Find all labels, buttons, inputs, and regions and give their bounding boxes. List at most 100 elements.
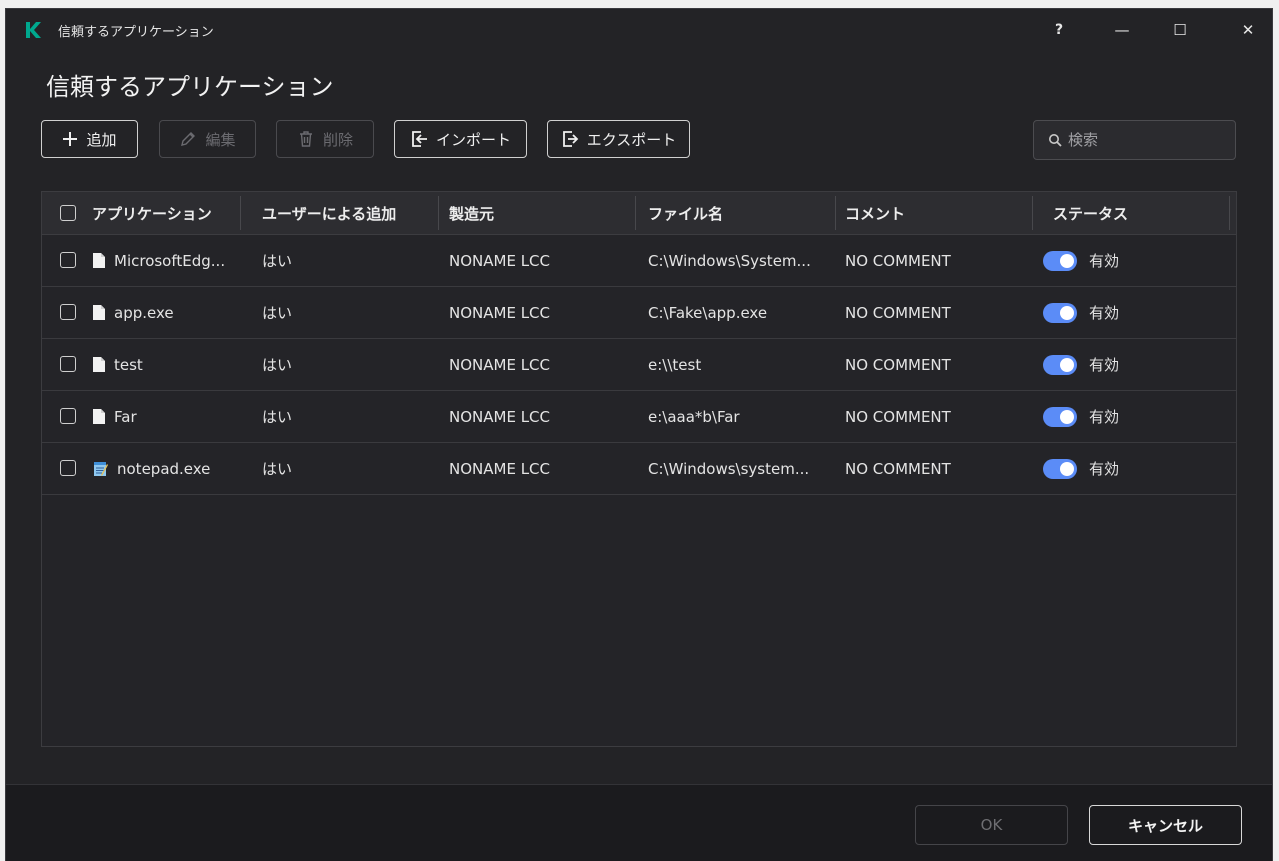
application-cell: MicrosoftEdg... (92, 235, 225, 286)
cancel-button[interactable]: キャンセル (1089, 805, 1242, 845)
file-name-cell: e:\aaa*b\Far (648, 407, 740, 426)
status-cell: 有効 (1043, 391, 1119, 442)
file-name-cell: C:\Fake\app.exe (648, 303, 768, 322)
pencil-icon (181, 132, 196, 146)
file-name-cell: C:\Windows\system... (648, 459, 810, 478)
column-header-comment[interactable]: コメント (845, 192, 905, 234)
application-name: Far (114, 407, 137, 426)
file-icon (93, 305, 105, 320)
plus-icon (63, 132, 78, 146)
file-name-cell: e:\\test (648, 355, 702, 374)
delete-button[interactable]: 削除 (276, 120, 374, 158)
vendor-cell: NONAME LCC (449, 251, 551, 270)
table-row[interactable]: app.exe はい NONAME LCC C:\Fake\app.exe NO… (42, 287, 1236, 339)
close-button[interactable]: ✕ (1228, 15, 1268, 45)
import-button-label: インポート (435, 130, 511, 149)
application-cell: test (92, 339, 143, 390)
row-checkbox[interactable] (60, 408, 76, 424)
dialog-footer: OK キャンセル (6, 784, 1272, 861)
user-added-cell: はい (262, 460, 293, 478)
comment-cell: NO COMMENT (845, 407, 951, 426)
status-label: 有効 (1089, 460, 1120, 478)
status-toggle[interactable] (1043, 250, 1077, 271)
window-title: 信頼するアプリケーション (58, 25, 214, 40)
status-toggle[interactable] (1043, 458, 1077, 479)
applications-table: アプリケーション ユーザーによる追加 製造元 ファイル名 コメント ステータス … (41, 191, 1237, 747)
maximize-button[interactable]: ☐ (1160, 15, 1200, 45)
edit-button[interactable]: 編集 (159, 120, 256, 158)
vendor-cell: NONAME LCC (449, 355, 551, 374)
column-divider[interactable] (1229, 196, 1230, 230)
application-name: app.exe (114, 303, 174, 322)
application-cell: notepad.exe (92, 443, 210, 494)
row-checkbox[interactable] (60, 252, 76, 268)
column-divider[interactable] (635, 196, 636, 230)
status-label: 有効 (1089, 356, 1120, 374)
user-added-cell: はい (262, 304, 293, 322)
application-cell: app.exe (92, 287, 174, 338)
column-header-user-added[interactable]: ユーザーによる追加 (262, 192, 396, 234)
column-divider[interactable] (240, 196, 241, 230)
table-row[interactable]: Far はい NONAME LCC e:\aaa*b\Far NO COMMEN… (42, 391, 1236, 443)
minimize-button[interactable]: — (1102, 15, 1142, 45)
add-button-label: 追加 (86, 130, 117, 149)
table-header: アプリケーション ユーザーによる追加 製造元 ファイル名 コメント ステータス (42, 192, 1236, 235)
search-icon (1049, 134, 1062, 147)
vendor-cell: NONAME LCC (449, 459, 551, 478)
search-input[interactable] (1068, 131, 1228, 149)
status-toggle[interactable] (1043, 302, 1077, 323)
application-name: test (114, 355, 143, 374)
add-button[interactable]: 追加 (41, 120, 138, 158)
status-cell: 有効 (1043, 443, 1119, 494)
column-header-application[interactable]: アプリケーション (92, 192, 212, 234)
export-button[interactable]: エクスポート (547, 120, 690, 158)
ok-button[interactable]: OK (915, 805, 1068, 845)
table-row[interactable]: MicrosoftEdg... はい NONAME LCC C:\Windows… (42, 235, 1236, 287)
vendor-cell: NONAME LCC (449, 407, 551, 426)
file-icon (93, 409, 105, 424)
status-toggle[interactable] (1043, 406, 1077, 427)
comment-cell: NO COMMENT (845, 459, 951, 478)
comment-cell: NO COMMENT (845, 355, 951, 374)
status-toggle[interactable] (1043, 354, 1077, 375)
row-checkbox[interactable] (60, 460, 76, 476)
application-cell: Far (92, 391, 137, 442)
application-name: MicrosoftEdg... (114, 251, 226, 270)
row-checkbox[interactable] (60, 304, 76, 320)
column-divider[interactable] (835, 196, 836, 230)
import-button[interactable]: インポート (394, 120, 527, 158)
column-divider[interactable] (1032, 196, 1033, 230)
comment-cell: NO COMMENT (845, 303, 951, 322)
edit-button-label: 編集 (205, 130, 236, 149)
export-icon (562, 131, 578, 147)
export-button-label: エクスポート (586, 130, 677, 149)
user-added-cell: はい (262, 408, 293, 426)
file-icon (93, 253, 105, 268)
column-divider[interactable] (438, 196, 439, 230)
vendor-cell: NONAME LCC (449, 303, 551, 322)
status-label: 有効 (1089, 408, 1120, 426)
select-all-checkbox[interactable] (60, 205, 76, 221)
file-icon (93, 357, 105, 372)
user-added-cell: はい (262, 252, 293, 270)
file-name-cell: C:\Windows\System... (648, 251, 811, 270)
user-added-cell: はい (262, 356, 293, 374)
column-header-status[interactable]: ステータス (1053, 192, 1128, 234)
row-checkbox[interactable] (60, 356, 76, 372)
status-cell: 有効 (1043, 339, 1119, 390)
kaspersky-logo-icon (26, 22, 41, 38)
delete-button-label: 削除 (322, 130, 353, 149)
trash-icon (299, 131, 312, 147)
column-header-file-name[interactable]: ファイル名 (648, 192, 723, 234)
column-header-vendor[interactable]: 製造元 (449, 192, 494, 234)
title-bar: 信頼するアプリケーション ? — ☐ ✕ (6, 9, 1272, 51)
page-title: 信頼するアプリケーション (46, 73, 334, 101)
search-box[interactable] (1033, 120, 1236, 160)
help-button[interactable]: ? (1039, 15, 1079, 45)
table-row[interactable]: test はい NONAME LCC e:\\test NO COMMENT 有… (42, 339, 1236, 391)
notepad-icon (94, 462, 108, 476)
comment-cell: NO COMMENT (845, 251, 951, 270)
table-row[interactable]: notepad.exe はい NONAME LCC C:\Windows\sys… (42, 443, 1236, 495)
status-label: 有効 (1089, 304, 1120, 322)
import-icon (412, 131, 427, 147)
